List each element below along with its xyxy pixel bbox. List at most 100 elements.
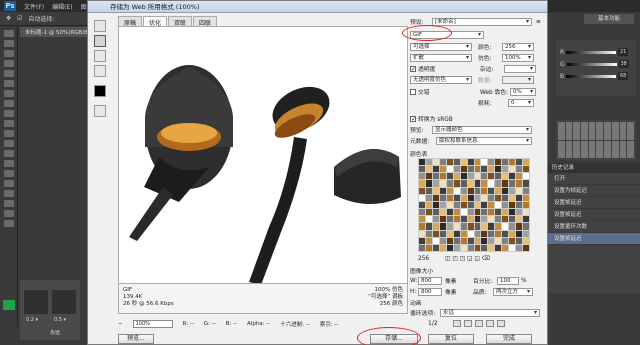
color-table-swatch[interactable] — [488, 187, 495, 194]
color-table-swatch[interactable] — [516, 209, 523, 216]
done-button[interactable]: 完成 — [486, 334, 532, 344]
color-table-swatch[interactable] — [425, 159, 432, 166]
color-table-swatch[interactable] — [502, 180, 509, 187]
color-table-swatch[interactable] — [495, 223, 502, 230]
width-field[interactable]: 800 — [418, 276, 442, 285]
matte-select[interactable] — [504, 64, 536, 73]
color-table-swatch[interactable] — [467, 244, 474, 251]
color-table-swatch[interactable] — [502, 223, 509, 230]
color-table-swatch[interactable] — [474, 216, 481, 223]
next-frame-icon[interactable] — [486, 320, 494, 327]
color-table-swatch[interactable] — [495, 209, 502, 216]
color-table-swatch[interactable] — [439, 216, 446, 223]
color-table-swatch[interactable] — [502, 237, 509, 244]
color-table-swatch[interactable] — [474, 237, 481, 244]
color-table-swatch[interactable] — [481, 216, 488, 223]
green-slider[interactable] — [566, 62, 617, 66]
color-table-swatch[interactable] — [446, 159, 453, 166]
adjustment-icon[interactable] — [611, 122, 619, 140]
color-table-swatch[interactable] — [509, 223, 516, 230]
color-table-swatch[interactable] — [509, 201, 516, 209]
color-table-swatch[interactable] — [419, 230, 425, 237]
color-table-swatch[interactable] — [419, 159, 425, 166]
color-table-swatch[interactable] — [419, 237, 425, 244]
color-table-swatch[interactable] — [432, 173, 439, 180]
color-table-swatch[interactable] — [502, 209, 509, 216]
adjustment-icon[interactable] — [558, 122, 565, 140]
color-table-swatch[interactable] — [495, 230, 502, 237]
color-table-swatch[interactable] — [439, 180, 446, 187]
reset-button[interactable]: 复位 — [428, 334, 474, 344]
color-table-swatch[interactable] — [523, 216, 529, 223]
adjustment-icon[interactable] — [596, 140, 604, 158]
color-table-swatch[interactable] — [523, 237, 529, 244]
color-table-swatch[interactable] — [502, 159, 509, 166]
color-table-swatch[interactable] — [523, 244, 529, 251]
color-table-swatch[interactable] — [523, 187, 529, 194]
color-table-swatch[interactable] — [467, 209, 474, 216]
tool-stamp-icon[interactable] — [3, 110, 14, 117]
adjustment-icon[interactable] — [619, 122, 627, 140]
frame-delay[interactable]: 0.2 ▾ — [26, 317, 38, 323]
color-table-swatch[interactable] — [460, 187, 467, 194]
color-table-swatch[interactable] — [432, 216, 439, 223]
color-table-swatch[interactable] — [509, 237, 516, 244]
color-table-swatch[interactable] — [425, 166, 432, 173]
color-table-swatch[interactable] — [419, 166, 425, 173]
color-table-swatch[interactable] — [502, 187, 509, 194]
color-table-swatch[interactable] — [453, 187, 460, 194]
color-table-swatch[interactable] — [523, 173, 529, 180]
color-table-swatch[interactable] — [425, 237, 432, 244]
preview-button[interactable]: 预览... — [118, 334, 154, 344]
info-download-time[interactable]: 26 秒 @ 56.6 Kbps — [123, 301, 174, 308]
color-table-swatch[interactable] — [432, 223, 439, 230]
color-table-swatch[interactable] — [481, 166, 488, 173]
color-table-swatch[interactable] — [502, 166, 509, 173]
eyedropper-icon[interactable] — [94, 65, 106, 77]
color-table-swatch[interactable] — [474, 166, 481, 173]
image-preview[interactable] — [118, 26, 408, 284]
color-table-swatch[interactable] — [432, 230, 439, 237]
color-table-swatch[interactable] — [495, 216, 502, 223]
color-table-swatch[interactable] — [481, 237, 488, 244]
color-table-swatch[interactable] — [474, 194, 481, 201]
color-table-swatch[interactable] — [453, 180, 460, 187]
history-item-active[interactable]: 设置帧延迟 — [548, 233, 640, 245]
color-table-swatch[interactable] — [516, 187, 523, 194]
hand-tool-icon[interactable] — [94, 20, 106, 32]
color-table-swatch[interactable] — [495, 187, 502, 194]
color-table-swatch[interactable] — [516, 223, 523, 230]
dither-amount[interactable]: 100% — [502, 53, 534, 62]
color-table-swatch[interactable] — [446, 223, 453, 230]
lossy-select[interactable]: 0 — [508, 98, 534, 107]
color-table-swatch[interactable] — [509, 194, 516, 201]
color-table-swatch[interactable] — [460, 223, 467, 230]
color-table-swatch[interactable] — [481, 223, 488, 230]
color-table-swatch[interactable] — [460, 180, 467, 187]
color-table-swatch[interactable] — [495, 201, 502, 209]
color-table-swatch[interactable] — [509, 209, 516, 216]
color-table-swatch[interactable] — [425, 209, 432, 216]
color-table-swatch[interactable] — [425, 180, 432, 187]
history-item[interactable]: 设置为帧延迟 — [548, 185, 640, 197]
color-table-swatch[interactable] — [488, 201, 495, 209]
color-table-swatch[interactable] — [432, 237, 439, 244]
adjustment-icon[interactable] — [627, 122, 634, 140]
auto-select-checkbox[interactable]: ☑ — [17, 15, 22, 22]
blue-value[interactable]: 68 — [618, 72, 629, 80]
adjustment-icon[interactable] — [581, 122, 588, 140]
color-table-swatch[interactable] — [509, 180, 516, 187]
eyedropper-color-chip[interactable] — [94, 85, 106, 97]
color-table-swatch[interactable] — [488, 237, 495, 244]
tool-hand-icon[interactable] — [3, 210, 14, 217]
color-table-swatch[interactable] — [502, 173, 509, 180]
color-table-swatch[interactable] — [419, 216, 425, 223]
color-table-swatch[interactable] — [467, 216, 474, 223]
color-table-swatch[interactable] — [488, 166, 495, 173]
color-table-swatch[interactable] — [467, 159, 474, 166]
color-table-swatch[interactable] — [502, 201, 509, 209]
color-table-swatch[interactable] — [516, 194, 523, 201]
tool-type-icon[interactable] — [3, 180, 14, 187]
first-frame-icon[interactable] — [453, 320, 461, 327]
color-table-swatch[interactable] — [488, 180, 495, 187]
